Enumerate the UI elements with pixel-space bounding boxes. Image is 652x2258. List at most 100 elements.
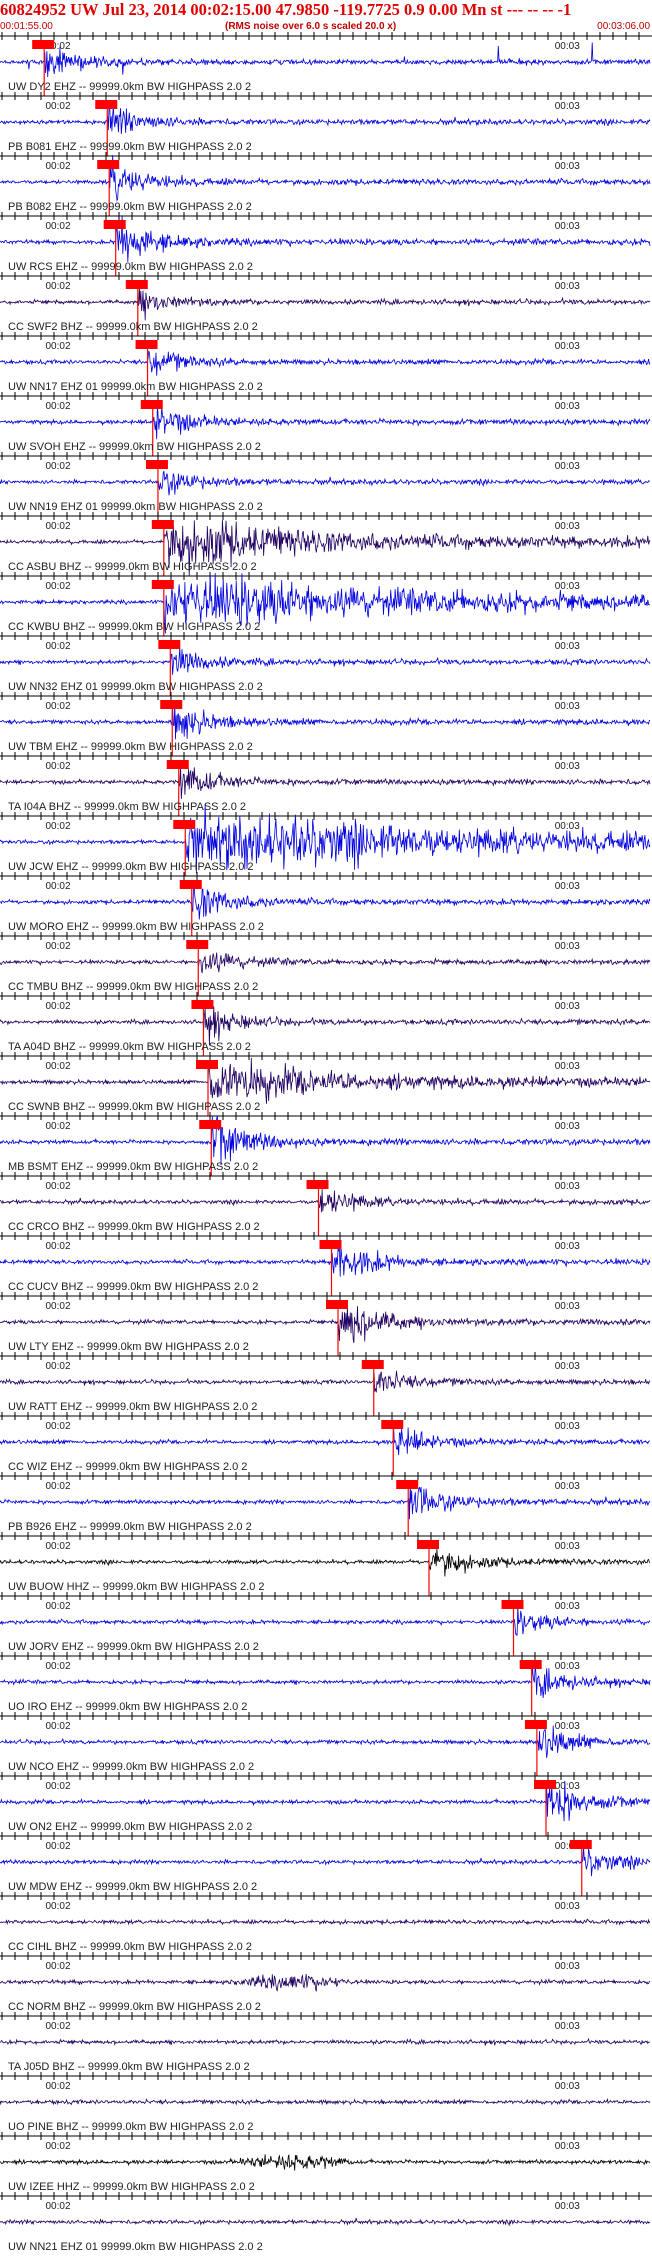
tick-label: 00:02 bbox=[46, 2141, 71, 2152]
tick-label: 00:02 bbox=[46, 281, 71, 292]
waveform bbox=[0, 702, 651, 740]
pick-marker bbox=[95, 100, 118, 109]
tick-label: 00:02 bbox=[46, 761, 71, 772]
trace-label: CC NORM BHZ -- 99999.0km BW HIGHPASS 2.0… bbox=[8, 2001, 261, 2013]
trace-label: CC CUCV BHZ -- 99999.0km BW HIGHPASS 2.0… bbox=[8, 1281, 258, 1293]
trace-3: 00:02 00:03 UW RCS EHZ -- 99999.0km BW HIG… bbox=[0, 212, 652, 276]
waveform bbox=[0, 1115, 651, 1166]
pick-marker bbox=[158, 640, 181, 649]
trace-21: 00:02 00:03 UW LTY EHZ -- 99999.0km BW HIG… bbox=[0, 1292, 652, 1356]
seismogram-plot: 00:02 00:03 UW DY2 EHZ -- 99999.0km BW HIG… bbox=[0, 32, 652, 2253]
tick-label: 00:03 bbox=[555, 2021, 580, 2032]
pick-marker bbox=[145, 460, 168, 469]
tick-label: 00:02 bbox=[46, 1361, 71, 1372]
tick-label: 00:03 bbox=[555, 341, 580, 352]
pick-marker bbox=[186, 940, 209, 949]
waveform bbox=[0, 1973, 651, 1992]
trace-7: 00:02 00:03 UW NN19 EHZ 01 99999.0km BW HI… bbox=[0, 452, 652, 516]
pick-marker bbox=[501, 1600, 524, 1609]
pick-marker bbox=[326, 1300, 348, 1309]
trace-label: UW NN21 EHZ 01 99999.0km BW HIGHPASS 2.0… bbox=[8, 2241, 263, 2253]
trace-4: 00:02 00:03 CC SWF2 BHZ -- 99999.0km BW HI… bbox=[0, 272, 652, 336]
trace-label: UO PINE BHZ -- 99999.0km BW HIGHPASS 2.0… bbox=[8, 2121, 254, 2133]
tick-label: 00:03 bbox=[555, 2081, 580, 2092]
waveform bbox=[0, 1370, 651, 1393]
pick-marker bbox=[534, 1780, 556, 1789]
tick-label: 00:03 bbox=[555, 1301, 580, 1312]
trace-25: 00:02 00:03 UW BUOW HHZ -- 99999.0km BW HI… bbox=[0, 1532, 652, 1596]
tick-label: 00:03 bbox=[555, 161, 580, 172]
tick-label: 00:02 bbox=[46, 1961, 71, 1972]
trace-1: 00:02 00:03 PB B081 EHZ -- 99999.0km BW HI… bbox=[0, 92, 652, 156]
trace-label: UW NN17 EHZ 01 99999.0km BW HIGHPASS 2.0… bbox=[8, 381, 263, 393]
waveform bbox=[0, 647, 651, 675]
trace-label: PB B082 EHZ -- 99999.0km BW HIGHPASS 2.0… bbox=[8, 201, 252, 213]
waveform bbox=[0, 1548, 651, 1577]
trace-label: CC SWNB BHZ -- 99999.0km BW HIGHPASS 2.0… bbox=[8, 1101, 260, 1113]
tick-label: 00:03 bbox=[555, 1421, 580, 1432]
waveform bbox=[0, 1425, 651, 1456]
trace-label: UW NCO EHZ -- 99999.0km BW HIGHPASS 2.0 … bbox=[8, 1761, 254, 1773]
tick-label: 00:02 bbox=[46, 881, 71, 892]
tick-label: 00:03 bbox=[555, 401, 580, 412]
trace-label: UW LTY EHZ -- 99999.0km BW HIGHPASS 2.0 … bbox=[8, 1341, 249, 1353]
trace-label: TA J05D BHZ -- 99999.0km BW HIGHPASS 2.0… bbox=[8, 2061, 250, 2073]
trace-label: TA I04A BHZ -- 99999.0km BW HIGHPASS 2.0… bbox=[8, 801, 246, 813]
tick-label: 00:03 bbox=[555, 821, 580, 832]
trace-label: CC CRCO BHZ -- 99999.0km BW HIGHPASS 2.0… bbox=[8, 1221, 260, 1233]
pick-marker bbox=[524, 1720, 547, 1729]
trace-14: 00:02 00:03 UW MORO EHZ -- 99999.0km BW HI… bbox=[0, 872, 652, 936]
trace-label: UW IZEE HHZ -- 99999.0km BW HIGHPASS 2.0… bbox=[8, 2181, 255, 2193]
tick-label: 00:03 bbox=[555, 2141, 580, 2152]
waveform bbox=[0, 1918, 651, 1926]
waveform bbox=[0, 1483, 651, 1520]
tick-label: 00:02 bbox=[46, 1481, 71, 1492]
trace-10: 00:02 00:03 UW NN32 EHZ 01 99999.0km BW HI… bbox=[0, 632, 652, 696]
waveform bbox=[0, 350, 651, 376]
waveform bbox=[0, 1725, 651, 1759]
trace-17: 00:02 00:03 CC SWNB BHZ -- 99999.0km BW HI… bbox=[0, 1052, 652, 1116]
trace-22: 00:02 00:03 UW RATT EHZ -- 99999.0km BW HI… bbox=[0, 1352, 652, 1416]
waveform bbox=[0, 1846, 651, 1877]
trace-5: 00:02 00:03 UW NN17 EHZ 01 99999.0km BW HI… bbox=[0, 332, 652, 396]
tick-label: 00:02 bbox=[46, 101, 71, 112]
pick-marker bbox=[417, 1540, 439, 1549]
trace-label: UW RATT EHZ -- 99999.0km BW HIGHPASS 2.0… bbox=[8, 1401, 257, 1413]
trace-label: CC WIZ EHZ -- 99999.0km BW HIGHPASS 2.0 … bbox=[8, 1461, 247, 1473]
trace-label: UW RCS EHZ -- 99999.0km BW HIGHPASS 2.0 … bbox=[8, 261, 253, 273]
tick-label: 00:03 bbox=[555, 881, 580, 892]
tick-label: 00:02 bbox=[46, 701, 71, 712]
trace-36: 00:02 00:03 UW NN21 EHZ 01 99999.0km BW HI… bbox=[0, 2192, 652, 2253]
trace-label: UW MORO EHZ -- 99999.0km BW HIGHPASS 2.0… bbox=[8, 921, 264, 933]
tick-label: 00:02 bbox=[46, 1781, 71, 1792]
tick-label: 00:03 bbox=[555, 2201, 580, 2212]
waveform bbox=[0, 2037, 651, 2046]
trace-label: PB B081 EHZ -- 99999.0km BW HIGHPASS 2.0… bbox=[8, 141, 252, 153]
trace-35: 00:02 00:03 UW IZEE HHZ -- 99999.0km BW HI… bbox=[0, 2132, 652, 2193]
trace-label: UW ON2 EHZ -- 99999.0km BW HIGHPASS 2.0 … bbox=[8, 1821, 252, 1833]
pick-marker bbox=[569, 1840, 592, 1849]
trace-label: UW DY2 EHZ -- 99999.0km BW HIGHPASS 2.0 … bbox=[8, 81, 251, 93]
tick-label: 00:02 bbox=[46, 941, 71, 952]
waveform bbox=[0, 1605, 651, 1636]
pick-marker bbox=[151, 520, 174, 529]
waveform bbox=[0, 1245, 651, 1277]
tick-label: 00:02 bbox=[46, 1061, 71, 1072]
tick-label: 00:03 bbox=[555, 1661, 580, 1672]
trace-15: 00:02 00:03 CC TMBU BHZ -- 99999.0km BW HI… bbox=[0, 932, 652, 996]
tick-label: 00:02 bbox=[46, 1121, 71, 1132]
waveform bbox=[0, 471, 651, 496]
waveform bbox=[0, 287, 651, 321]
waveform bbox=[0, 2154, 651, 2171]
waveform bbox=[0, 952, 651, 974]
waveform bbox=[0, 885, 651, 920]
pick-marker bbox=[191, 1000, 214, 1009]
trace-28: 00:02 00:03 UW NCO EHZ -- 99999.0km BW HIG… bbox=[0, 1712, 652, 1776]
trace-label: UW MDW EHZ -- 99999.0km BW HIGHPASS 2.0 … bbox=[8, 1881, 257, 1893]
tick-label: 00:03 bbox=[555, 761, 580, 772]
trace-label: UW NN19 EHZ 01 99999.0km BW HIGHPASS 2.0… bbox=[8, 501, 263, 513]
pick-marker bbox=[319, 1240, 342, 1249]
tick-label: 00:03 bbox=[555, 1061, 580, 1072]
pick-marker bbox=[103, 220, 126, 229]
trace-20: 00:02 00:03 CC CUCV BHZ -- 99999.0km BW HI… bbox=[0, 1232, 652, 1296]
